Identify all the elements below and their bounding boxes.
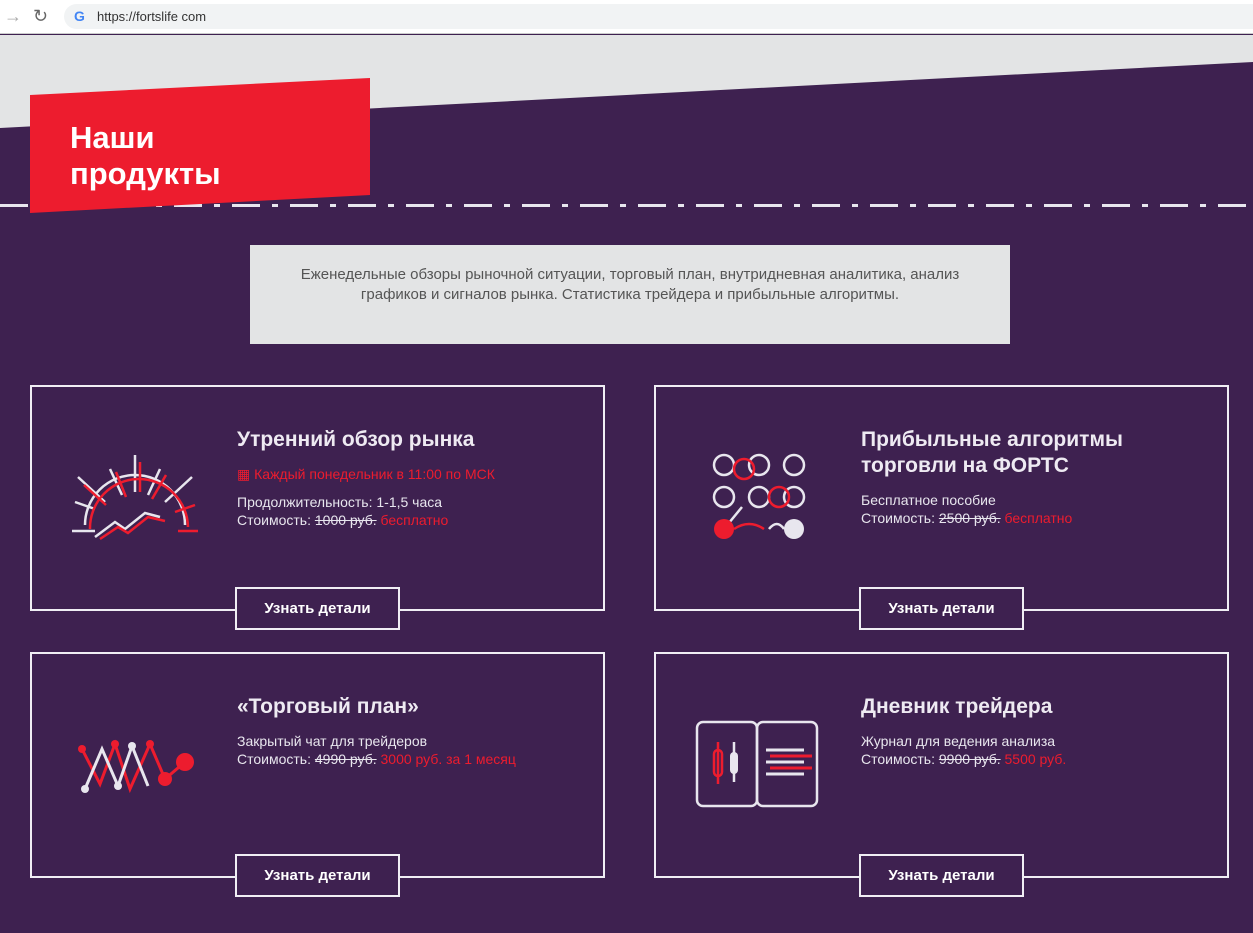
product-cost: Стоимость: 2500 руб. бесплатно (861, 510, 1073, 526)
browser-toolbar: → ↻ Ghttps://fortslife com (0, 0, 1253, 34)
product-title: «Торговый план» (237, 695, 419, 718)
url-text: https://fortslife com (97, 9, 207, 24)
details-button[interactable]: Узнать детали (859, 587, 1024, 630)
details-button[interactable]: Узнать детали (235, 587, 400, 630)
description-box: Еженедельные обзоры рыночной ситуации, т… (250, 245, 1010, 344)
algorithm-nodes-icon (712, 453, 806, 539)
details-button[interactable]: Узнать детали (235, 854, 400, 897)
product-subtitle: Бесплатное пособие (861, 492, 996, 508)
sunrise-chart-icon (72, 455, 198, 541)
forward-icon[interactable]: → (4, 6, 22, 27)
zigzag-chart-icon (78, 739, 194, 794)
product-cost: Стоимость: 4990 руб. 3000 руб. за 1 меся… (237, 751, 516, 767)
old-price: 4990 руб. (314, 751, 377, 767)
calendar-icon: ▦ (237, 466, 255, 482)
reload-icon[interactable]: ↻ (33, 6, 48, 27)
product-subtitle: Журнал для ведения анализа (861, 733, 1056, 749)
product-title: Дневник трейдера (861, 695, 1053, 718)
product-duration: Продолжительность: 1-1,5 часа (237, 494, 443, 510)
new-price: бесплатно (380, 512, 449, 528)
product-schedule: Каждый понедельник в 11:00 по МСК (254, 466, 495, 482)
new-price: 5500 руб. (1004, 751, 1067, 767)
old-price: 1000 руб. (314, 512, 377, 528)
details-button[interactable]: Узнать детали (859, 854, 1024, 897)
product-cost: Стоимость: 1000 руб. бесплатно (237, 512, 449, 528)
section-banner: Наши продукты (30, 78, 370, 213)
product-title: Утренний обзор рынка (237, 428, 475, 451)
product-card-trader-diary: Дневник трейдера Журнал для ведения анал… (654, 652, 1229, 897)
diary-book-icon (695, 720, 819, 808)
new-price: бесплатно (1004, 510, 1073, 526)
old-price: 9900 руб. (938, 751, 1001, 767)
product-title: Прибыльные алгоритмы торговли на ФОРТС (861, 428, 1123, 477)
product-subtitle: Закрытый чат для трейдеров (237, 733, 428, 749)
new-price: 3000 руб. за 1 месяц (380, 751, 516, 767)
address-bar[interactable]: Ghttps://fortslife com (64, 4, 1253, 29)
section-title: Наши продукты (70, 120, 221, 191)
google-icon: G (74, 8, 85, 24)
product-card-trading-plan: «Торговый план» Закрытый чат для трейдер… (30, 652, 605, 897)
old-price: 2500 руб. (938, 510, 1001, 526)
product-card-algorithms: Прибыльные алгоритмы торговли на ФОРТС Б… (654, 385, 1229, 630)
product-cost: Стоимость: 9900 руб. 5500 руб. (861, 751, 1067, 767)
product-card-morning-review: Утренний обзор рынка ▦ Каждый понедельни… (30, 385, 605, 630)
